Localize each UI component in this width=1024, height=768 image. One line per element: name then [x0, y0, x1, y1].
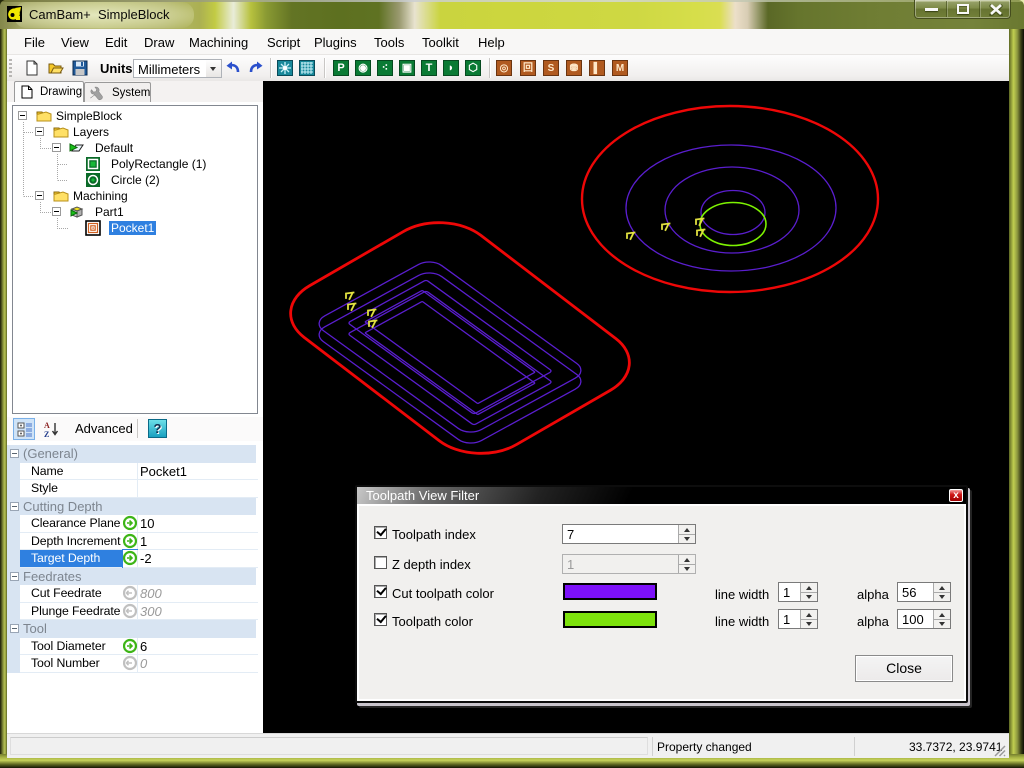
svg-text:A: A: [44, 421, 50, 430]
svg-text:Z: Z: [44, 430, 49, 438]
